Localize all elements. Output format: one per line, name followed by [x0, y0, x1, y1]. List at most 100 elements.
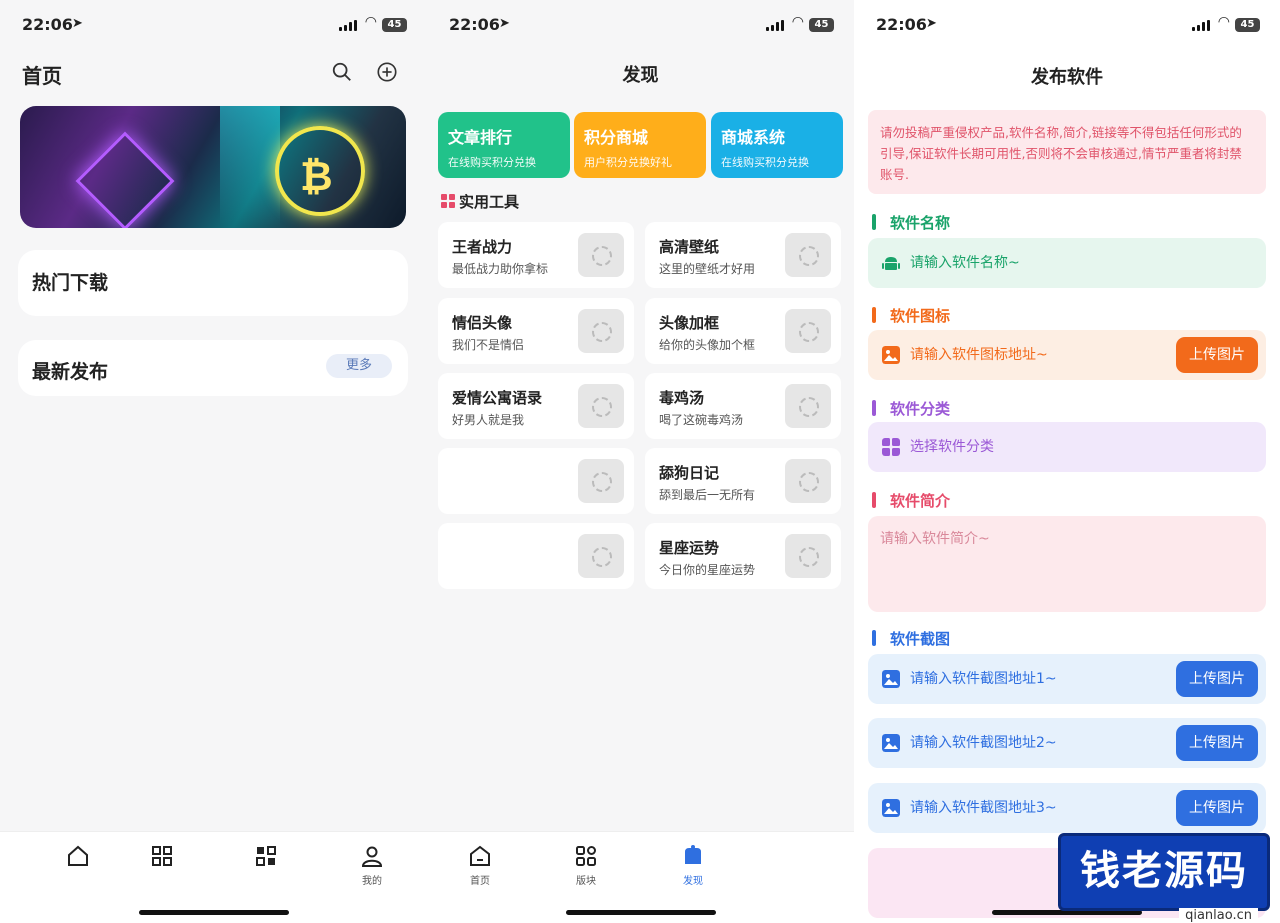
tools-section-title: 实用工具	[441, 191, 519, 212]
card-title: 商城系统	[721, 128, 786, 147]
tool-desc: 好男人就是我	[452, 413, 525, 427]
tool-desc: 今日你的星座运势	[659, 563, 756, 577]
points-mall-card[interactable]: 积分商城 用户积分兑换好礼	[574, 112, 706, 178]
screenshot-input-3[interactable]: 请输入软件截图地址3~ 上传图片	[868, 783, 1266, 833]
tool-name: 高清壁纸	[659, 238, 720, 256]
tool-item[interactable]: 爱情公寓语录好男人就是我	[438, 373, 634, 439]
upload-screenshot-button[interactable]: 上传图片	[1176, 725, 1258, 761]
section-marker	[872, 400, 876, 416]
add-icon[interactable]	[376, 61, 398, 83]
search-icon[interactable]	[331, 61, 353, 83]
tool-name: 头像加框	[659, 314, 720, 332]
wifi-icon: ◠	[364, 14, 377, 30]
label-text: 软件分类	[890, 400, 951, 418]
location-icon: ➤	[72, 16, 83, 31]
tool-desc: 喝了这碗毒鸡汤	[659, 413, 744, 427]
upload-screenshot-button[interactable]: 上传图片	[1176, 661, 1258, 697]
image-icon	[882, 799, 900, 817]
image-icon	[882, 670, 900, 688]
tool-thumbnail	[578, 309, 624, 353]
tab-apps[interactable]	[236, 844, 296, 872]
location-icon: ➤	[499, 16, 510, 31]
tool-thumbnail	[785, 459, 831, 503]
placeholder: 请输入软件截图地址3~	[910, 800, 1057, 816]
tool-item[interactable]	[438, 523, 634, 589]
status-bar: 22:06 ➤ ◠ 45	[854, 0, 1280, 50]
banner-image[interactable]: ₿	[20, 106, 406, 228]
status-time: 22:06	[449, 15, 500, 34]
tool-item[interactable]: 头像加框给你的头像加个框	[645, 298, 841, 364]
tool-item[interactable]: 毒鸡汤喝了这碗毒鸡汤	[645, 373, 841, 439]
label-text: 软件简介	[890, 492, 951, 510]
tool-item[interactable]: 高清壁纸这里的壁纸才好用	[645, 222, 841, 288]
tool-thumbnail	[578, 534, 624, 578]
software-icon-input[interactable]: 请输入软件图标地址~ 上传图片	[868, 330, 1266, 380]
image-icon	[882, 346, 900, 364]
tab-board[interactable]: 版块	[556, 844, 616, 887]
tool-name: 爱情公寓语录	[452, 389, 543, 407]
grid-icon	[152, 846, 172, 866]
grid-icon	[441, 194, 455, 208]
software-screenshots-label: 软件截图	[872, 628, 950, 649]
article-rank-card[interactable]: 文章排行 在线购买积分兑换	[438, 112, 570, 178]
tool-thumbnail	[578, 233, 624, 277]
screenshot-input-1[interactable]: 请输入软件截图地址1~ 上传图片	[868, 654, 1266, 704]
tab-discover[interactable]: 发现	[663, 844, 723, 887]
tool-desc: 舔到最后一无所有	[659, 488, 756, 502]
tab-mine[interactable]: 我的	[342, 844, 402, 887]
tool-name: 舔狗日记	[659, 464, 720, 482]
tool-desc: 给你的头像加个框	[659, 338, 756, 352]
battery-icon: 45	[809, 18, 834, 32]
software-category-select[interactable]: 选择软件分类	[868, 422, 1266, 472]
tool-item[interactable]: 情侣头像 我们不是情侣	[438, 298, 634, 364]
tool-item[interactable]	[438, 448, 634, 514]
card-title: 文章排行	[448, 128, 513, 147]
latest-releases-card: 最新发布 更多	[18, 340, 408, 396]
location-icon: ➤	[926, 16, 937, 31]
tool-name: 王者战力	[452, 238, 513, 256]
tab-home[interactable]	[48, 844, 108, 872]
software-category-label: 软件分类	[872, 398, 950, 419]
grid-icon	[576, 846, 596, 866]
card-subtitle: 在线购买积分兑换	[721, 156, 809, 169]
card-subtitle: 用户积分兑换好礼	[584, 156, 672, 169]
screenshot-input-2[interactable]: 请输入软件截图地址2~ 上传图片	[868, 718, 1266, 768]
tool-name: 星座运势	[659, 539, 720, 557]
hot-downloads-card[interactable]: 热门下载	[18, 250, 408, 316]
mall-system-card[interactable]: 商城系统 在线购买积分兑换	[711, 112, 843, 178]
software-intro-textarea[interactable]: 请输入软件简介~	[868, 516, 1266, 612]
tab-board[interactable]	[132, 844, 192, 872]
wifi-icon: ◠	[791, 14, 804, 30]
status-bar: 22:06 ➤ ◠ 45	[427, 0, 854, 50]
bitcoin-icon: ₿	[300, 154, 333, 200]
placeholder: 请输入软件截图地址2~	[910, 735, 1057, 751]
status-bar: 22:06 ➤ ◠ 45	[0, 0, 427, 50]
tools-section-label: 实用工具	[459, 193, 520, 211]
tool-item[interactable]: 舔狗日记舔到最后一无所有	[645, 448, 841, 514]
wifi-icon: ◠	[1217, 14, 1230, 30]
tab-home[interactable]: 首页	[450, 844, 510, 887]
section-marker	[872, 307, 876, 323]
discover-icon	[685, 845, 701, 864]
signal-icon	[339, 20, 357, 31]
tool-item[interactable]: 星座运势今日你的星座运势	[645, 523, 841, 589]
discover-screen: 22:06 ➤ ◠ 45 发现 文章排行 在线购买积分兑换 积分商城 用户积分兑…	[427, 0, 854, 923]
watermark-logo: 钱老源码	[1058, 833, 1270, 911]
more-button[interactable]: 更多	[326, 354, 392, 378]
upload-icon-button[interactable]: 上传图片	[1176, 337, 1258, 373]
upload-screenshot-button[interactable]: 上传图片	[1176, 790, 1258, 826]
grid-icon	[882, 438, 900, 456]
software-name-input[interactable]: 请输入软件名称~	[868, 238, 1266, 288]
signal-icon	[1192, 20, 1210, 31]
user-icon	[361, 846, 383, 867]
tab-mine-label: 我的	[362, 876, 382, 887]
tool-item[interactable]: 王者战力 最低战力助你拿标	[438, 222, 634, 288]
tool-desc: 这里的壁纸才好用	[659, 262, 756, 276]
hot-downloads-label: 热门下载	[32, 272, 109, 294]
status-time: 22:06	[876, 15, 927, 34]
tool-name: 毒鸡汤	[659, 389, 705, 407]
battery-icon: 45	[382, 18, 407, 32]
home-icon	[470, 845, 490, 866]
section-marker	[872, 630, 876, 646]
tool-thumbnail	[785, 384, 831, 428]
